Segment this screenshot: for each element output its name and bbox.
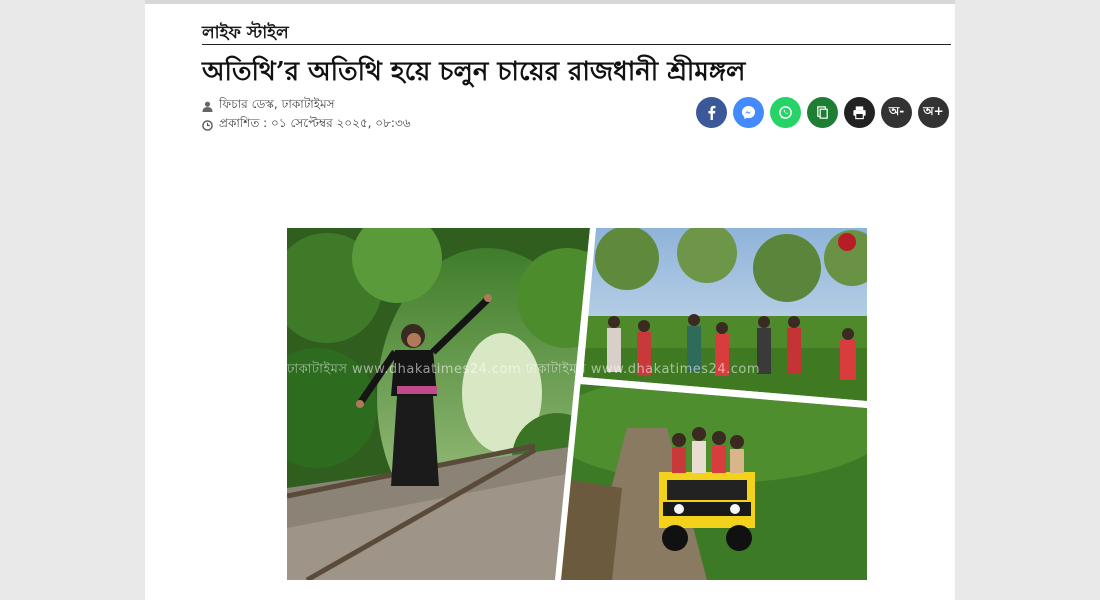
print-icon bbox=[853, 106, 866, 120]
publish-date: প্রকাশিত : ০১ সেপ্টেম্বর ২০২৫, ০৮:৩৬ bbox=[219, 116, 411, 130]
share-bar: অ- অ+ bbox=[696, 97, 949, 128]
category-divider bbox=[202, 44, 951, 45]
article-page: লাইফ স্টাইল অতিথি’র অতিথি হয়ে চলুন চায়… bbox=[145, 4, 955, 600]
whatsapp-share-button[interactable] bbox=[770, 97, 801, 128]
print-button[interactable] bbox=[844, 97, 875, 128]
jeep-tea-garden-photo bbox=[557, 384, 867, 580]
facebook-share-button[interactable] bbox=[696, 97, 727, 128]
font-decrease-button[interactable]: অ- bbox=[881, 97, 912, 128]
article-headline: অতিথি’র অতিথি হয়ে চলুন চায়ের রাজধানী শ… bbox=[202, 57, 746, 87]
article-image: ঢাকাটাইমস www.dhakatimes24.com ঢাকাটাইমস… bbox=[287, 228, 867, 580]
photo-collage bbox=[287, 228, 867, 580]
publish-line: প্রকাশিত : ০১ সেপ্টেম্বর ২০২৫, ০৮:৩৬ bbox=[202, 115, 411, 135]
whatsapp-icon bbox=[779, 106, 792, 119]
copy-link-button[interactable] bbox=[807, 97, 838, 128]
badge-logo bbox=[838, 233, 856, 251]
copy-icon bbox=[817, 106, 828, 119]
author-name: ফিচার ডেস্ক, ঢাকাটাইমস bbox=[219, 97, 335, 111]
author-line: ফিচার ডেস্ক, ঢাকাটাইমস bbox=[202, 96, 335, 116]
messenger-icon bbox=[741, 105, 756, 120]
font-increase-button[interactable]: অ+ bbox=[918, 97, 949, 128]
clock-icon bbox=[202, 119, 213, 131]
image-watermark: ঢাকাটাইমস www.dhakatimes24.com ঢাকাটাইমস… bbox=[287, 362, 761, 377]
user-icon bbox=[202, 101, 213, 112]
messenger-share-button[interactable] bbox=[733, 97, 764, 128]
facebook-icon bbox=[708, 105, 716, 120]
